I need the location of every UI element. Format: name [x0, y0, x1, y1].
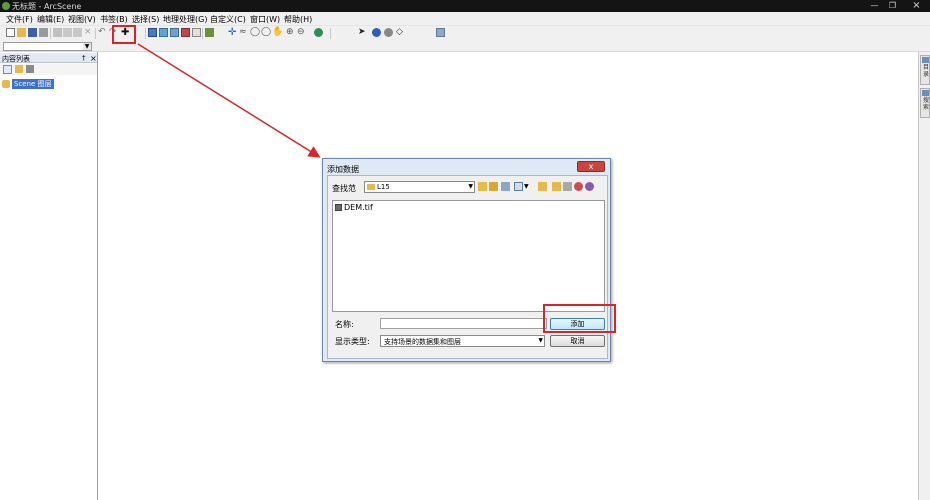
- measure-icon[interactable]: ◇: [396, 28, 405, 37]
- menu-bar: 文件(F) 编辑(E) 视图(V) 书签(B) 选择(S) 地理处理(G) 自定…: [0, 12, 930, 26]
- folder-icon: [367, 184, 375, 190]
- full-extent-icon[interactable]: ⊕: [286, 28, 295, 37]
- cancel-button[interactable]: 取消: [550, 335, 605, 347]
- toc-title: 内容列表: [2, 55, 30, 63]
- show-type-select[interactable]: 支持场景的数据集和图层 ▼: [380, 335, 545, 347]
- show-type-value: 支持场景的数据集和图层: [384, 338, 461, 346]
- show-type-label: 显示类型:: [335, 337, 370, 346]
- list-by-drawing-order-icon[interactable]: [3, 65, 12, 74]
- pin-icon[interactable]: †: [82, 54, 86, 62]
- maximize-icon[interactable]: ❐: [886, 1, 899, 11]
- window-title: 无标题 - ArcScene: [12, 2, 82, 11]
- cut-icon[interactable]: [53, 28, 62, 37]
- minimize-icon[interactable]: —: [868, 1, 881, 11]
- table-of-contents: 内容列表 † × Scene 图层: [0, 52, 98, 500]
- delete-icon[interactable]: [574, 182, 583, 191]
- chevron-down-icon: ▼: [538, 337, 543, 344]
- home-icon[interactable]: [489, 182, 498, 191]
- search-tab-label: 搜索: [922, 97, 929, 111]
- pan-icon[interactable]: ✋: [272, 28, 283, 37]
- toc-toolbar: [0, 64, 97, 75]
- title-bar: 无标题 - ArcScene — ❐ ×: [0, 0, 930, 12]
- layout-icon[interactable]: [181, 28, 190, 37]
- add-button-highlight: [543, 304, 616, 333]
- arcscene-icon: [2, 2, 10, 10]
- catalog-tab-label: 目录: [922, 64, 929, 78]
- delete-icon[interactable]: ×: [84, 28, 93, 37]
- menu-file[interactable]: 文件(F): [6, 14, 33, 25]
- menu-edit[interactable]: 编辑(E): [37, 14, 64, 25]
- standard-toolbar: × ↶ ↷ ✚ ✛ ≈ ◯ ◯ ✋ ⊕ ⊖ ➤ ◇: [0, 26, 930, 41]
- animation-icon[interactable]: [436, 28, 445, 37]
- look-in-select[interactable]: L15 ▼: [364, 181, 475, 193]
- layer-combo[interactable]: ▼: [3, 42, 92, 51]
- find-icon[interactable]: [384, 28, 393, 37]
- model-icon[interactable]: [205, 28, 214, 37]
- chevron-down-icon: ▼: [83, 43, 91, 50]
- raster-icon: [335, 204, 342, 211]
- print-icon[interactable]: [39, 28, 48, 37]
- look-in-label: 查找范: [332, 184, 356, 193]
- new-folder-icon[interactable]: [552, 182, 561, 191]
- list-by-source-icon[interactable]: [15, 65, 23, 73]
- open-icon[interactable]: [17, 28, 26, 37]
- file-list[interactable]: DEM.tif: [332, 200, 605, 312]
- select-icon[interactable]: ➤: [358, 28, 367, 37]
- close-icon[interactable]: ×: [910, 1, 923, 11]
- fly-icon[interactable]: ≈: [239, 28, 248, 37]
- dialog-title: 添加数据: [327, 165, 359, 174]
- menu-windows[interactable]: 窗口(W): [250, 14, 280, 25]
- new-icon[interactable]: [6, 28, 15, 37]
- catalog-icon[interactable]: [501, 182, 510, 191]
- name-label: 名称:: [335, 320, 354, 329]
- chevron-down-icon[interactable]: ▼: [524, 182, 533, 191]
- search-tab[interactable]: 搜索: [920, 88, 930, 118]
- globe-icon[interactable]: [314, 28, 323, 37]
- connect-folder-icon[interactable]: [538, 182, 547, 191]
- close-icon[interactable]: ×: [90, 54, 97, 63]
- scene-layer-label: Scene 图层: [12, 79, 54, 89]
- new-item-icon[interactable]: [563, 182, 572, 191]
- close-icon: x: [588, 162, 594, 171]
- scene-properties-icon[interactable]: [159, 28, 168, 37]
- zoom-out-icon[interactable]: ◯: [261, 28, 271, 37]
- graph-icon[interactable]: [192, 28, 201, 37]
- toc-header: 内容列表 † ×: [0, 53, 97, 63]
- refresh-icon[interactable]: [585, 182, 594, 191]
- identify-icon[interactable]: [372, 28, 381, 37]
- right-dock: 目录 搜索: [918, 52, 930, 500]
- name-input[interactable]: [380, 318, 547, 329]
- add-data-highlight: [112, 25, 136, 44]
- menu-bookmarks[interactable]: 书签(B): [100, 14, 128, 25]
- catalog-tab[interactable]: 目录: [920, 55, 930, 85]
- copy-icon[interactable]: [63, 28, 72, 37]
- navigate-icon[interactable]: ✛: [228, 28, 237, 38]
- menu-customize[interactable]: 自定义(C): [210, 14, 246, 25]
- chevron-down-icon: ▼: [468, 183, 473, 190]
- menu-view[interactable]: 视图(V): [68, 14, 96, 25]
- list-by-visibility-icon[interactable]: [26, 65, 34, 73]
- zoom-in-icon[interactable]: ◯: [250, 28, 260, 37]
- dialog-close-button[interactable]: x: [577, 161, 605, 172]
- file-name: DEM.tif: [344, 203, 373, 212]
- look-in-value: L15: [377, 183, 390, 191]
- undo-icon[interactable]: ↶: [98, 28, 107, 37]
- secondary-toolbar: ▼: [0, 41, 930, 52]
- table-icon[interactable]: [170, 28, 179, 37]
- save-icon[interactable]: [28, 28, 37, 37]
- search-icon: [922, 90, 929, 96]
- menu-help[interactable]: 帮助(H): [284, 14, 312, 25]
- menu-geoprocessing[interactable]: 地理处理(G): [163, 14, 207, 25]
- up-one-level-icon[interactable]: [478, 182, 487, 191]
- paste-icon[interactable]: [73, 28, 82, 37]
- full-extent-icon[interactable]: ⊖: [297, 28, 306, 37]
- view-list-icon[interactable]: [514, 182, 523, 191]
- menu-selection[interactable]: 选择(S): [132, 14, 159, 25]
- catalog-icon: [922, 57, 929, 63]
- layer-properties-icon[interactable]: [148, 28, 157, 37]
- layers-icon: [2, 80, 10, 88]
